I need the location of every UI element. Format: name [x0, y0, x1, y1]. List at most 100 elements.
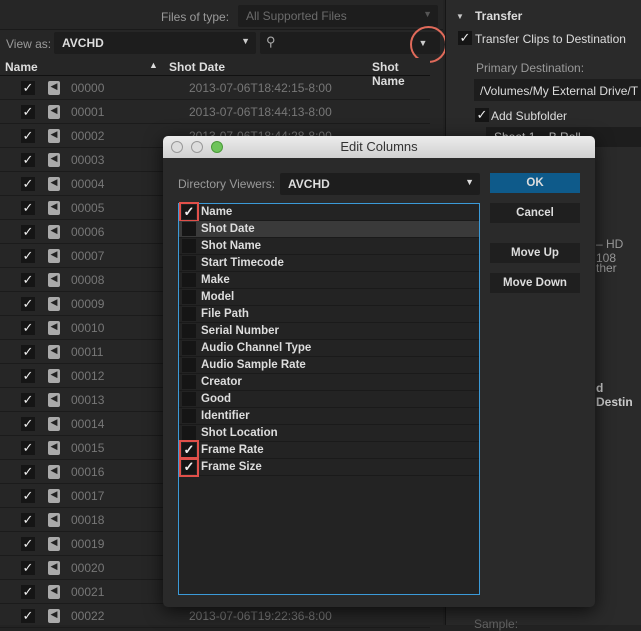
minimize-window-button[interactable] [191, 141, 203, 153]
primary-destination-dropdown[interactable]: /Volumes/My External Drive/T [474, 79, 641, 101]
column-option[interactable]: Make [179, 272, 479, 289]
move-down-button[interactable]: Move Down [490, 273, 580, 293]
column-checkbox[interactable] [182, 409, 196, 423]
include-checkbox[interactable]: ✓ [21, 489, 35, 503]
include-checkbox[interactable]: ✓ [21, 609, 35, 623]
column-checkbox[interactable] [182, 222, 196, 236]
move-up-button[interactable]: Move Up [490, 243, 580, 263]
column-header-name[interactable]: Name [5, 60, 38, 74]
include-checkbox[interactable]: ✓ [21, 417, 35, 431]
clip-name: 00010 [71, 321, 105, 335]
include-checkbox[interactable]: ✓ [21, 225, 35, 239]
chevron-down-icon: ▼ [423, 9, 432, 19]
column-checkbox[interactable] [182, 239, 196, 253]
include-checkbox[interactable]: ✓ [21, 249, 35, 263]
column-option-label: Start Timecode [201, 257, 284, 269]
include-checkbox[interactable]: ✓ [21, 561, 35, 575]
clip-name: 00000 [71, 81, 105, 95]
include-checkbox[interactable]: ✓ [21, 585, 35, 599]
include-checkbox[interactable]: ✓ [21, 465, 35, 479]
close-window-button[interactable] [171, 141, 183, 153]
include-checkbox[interactable]: ✓ [21, 513, 35, 527]
column-option[interactable]: File Path [179, 306, 479, 323]
include-checkbox[interactable]: ✓ [21, 441, 35, 455]
directory-viewers-dropdown[interactable]: AVCHD ▼ [280, 173, 480, 195]
clip-icon: ◀ [48, 321, 60, 335]
include-checkbox[interactable]: ✓ [21, 345, 35, 359]
include-checkbox[interactable]: ✓ [21, 105, 35, 119]
column-option-label: Creator [201, 376, 242, 388]
clip-name: 00019 [71, 537, 105, 551]
column-option[interactable]: Creator [179, 374, 479, 391]
column-option[interactable]: Shot Name [179, 238, 479, 255]
column-option[interactable]: ✓ Frame Size [179, 459, 479, 476]
column-option[interactable]: Identifier [179, 408, 479, 425]
table-row[interactable]: ✓ ◀ 00001 2013-07-06T18:44:13-8:00 [0, 100, 430, 124]
clip-name: 00014 [71, 417, 105, 431]
column-option-label: Audio Channel Type [201, 342, 312, 354]
include-checkbox[interactable]: ✓ [21, 273, 35, 287]
clip-name: 00008 [71, 273, 105, 287]
column-checkbox[interactable] [182, 358, 196, 372]
ok-button[interactable]: OK [490, 173, 580, 193]
clip-name: 00016 [71, 465, 105, 479]
include-checkbox[interactable]: ✓ [21, 297, 35, 311]
cancel-button[interactable]: Cancel [490, 203, 580, 223]
include-checkbox[interactable]: ✓ [21, 201, 35, 215]
column-checkbox[interactable] [182, 375, 196, 389]
highlight-box [179, 457, 199, 477]
column-header-shot-date[interactable]: Shot Date [169, 60, 225, 74]
include-checkbox[interactable]: ✓ [21, 369, 35, 383]
column-option[interactable]: Start Timecode [179, 255, 479, 272]
table-row[interactable]: ✓ ◀ 00022 2013-07-06T19:22:36-8:00 [0, 604, 430, 628]
files-of-type-dropdown[interactable]: All Supported Files ▼ [238, 5, 438, 27]
sort-ascending-icon: ▲ [149, 60, 158, 70]
column-option[interactable]: Audio Channel Type [179, 340, 479, 357]
include-checkbox[interactable]: ✓ [21, 177, 35, 191]
include-checkbox[interactable]: ✓ [21, 129, 35, 143]
clip-name: 00011 [71, 345, 104, 359]
zoom-window-button[interactable] [211, 141, 223, 153]
include-checkbox[interactable]: ✓ [21, 537, 35, 551]
include-checkbox[interactable]: ✓ [21, 153, 35, 167]
table-row[interactable]: ✓ ◀ 00000 2013-07-06T18:42:15-8:00 [0, 76, 430, 100]
dialog-titlebar[interactable]: Edit Columns [163, 136, 595, 158]
column-option[interactable]: Audio Sample Rate [179, 357, 479, 374]
clip-icon: ◀ [48, 81, 60, 95]
primary-destination-value: /Volumes/My External Drive/T [480, 84, 639, 98]
column-option-label: Good [201, 393, 232, 405]
clip-shot-date: 2013-07-06T18:44:13-8:00 [189, 105, 332, 119]
clip-icon: ◀ [48, 201, 60, 215]
clip-icon: ◀ [48, 297, 60, 311]
column-option[interactable]: Good [179, 391, 479, 408]
clip-name: 00012 [71, 369, 105, 383]
include-checkbox[interactable]: ✓ [21, 81, 35, 95]
column-option[interactable]: Shot Date [179, 221, 479, 238]
column-checkbox[interactable] [182, 426, 196, 440]
clip-icon: ◀ [48, 393, 60, 407]
column-checkbox[interactable] [182, 273, 196, 287]
column-checkbox[interactable] [182, 392, 196, 406]
clip-icon: ◀ [48, 441, 60, 455]
disclosure-triangle-icon[interactable]: ▼ [456, 12, 464, 21]
column-option[interactable]: Shot Location [179, 425, 479, 442]
column-checkbox[interactable] [182, 307, 196, 321]
include-checkbox[interactable]: ✓ [21, 321, 35, 335]
include-checkbox[interactable]: ✓ [21, 393, 35, 407]
column-checkbox[interactable] [182, 324, 196, 338]
column-option[interactable]: Serial Number [179, 323, 479, 340]
column-option[interactable]: Model [179, 289, 479, 306]
column-option[interactable]: ✓ Frame Rate [179, 442, 479, 459]
clip-name: 00021 [71, 585, 105, 599]
column-checkbox[interactable] [182, 341, 196, 355]
column-checkbox[interactable] [182, 256, 196, 270]
other-text-partial: ther [596, 261, 617, 275]
view-as-dropdown[interactable]: AVCHD ▼ [54, 32, 256, 54]
column-option[interactable]: ✓ Name [179, 204, 479, 221]
add-subfolder-checkbox[interactable]: ✓ [475, 108, 489, 122]
column-checkbox[interactable] [182, 290, 196, 304]
directory-viewers-label: Directory Viewers: [178, 177, 276, 191]
transfer-clips-checkbox[interactable]: ✓ [458, 31, 472, 45]
clip-icon: ◀ [48, 153, 60, 167]
clip-icon: ◀ [48, 489, 60, 503]
